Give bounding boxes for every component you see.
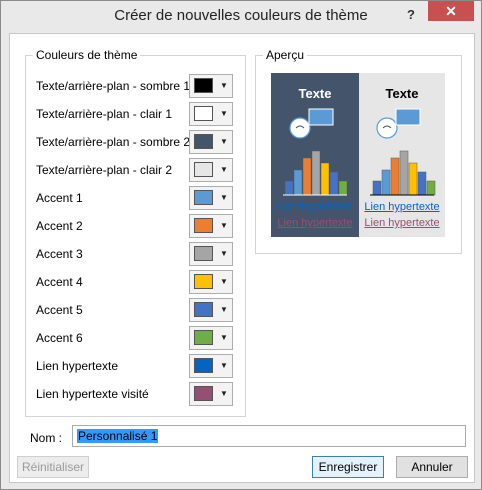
preview-chart-bar <box>293 169 303 196</box>
theme-color-row: Texte/arrière-plan - clair 2 ▼ <box>36 158 236 182</box>
color-picker-button[interactable]: ▼ <box>189 74 233 98</box>
color-picker-button[interactable]: ▼ <box>189 298 233 322</box>
preview-light-chart <box>370 108 436 196</box>
title-bar: Créer de nouvelles couleurs de thème ? ✕ <box>1 1 481 33</box>
dialog-window: Créer de nouvelles couleurs de thème ? ✕… <box>0 0 482 490</box>
preview-light-visited-link: Lien hypertexte <box>364 217 440 229</box>
preview-chart-bar <box>302 157 312 196</box>
theme-color-label: Accent 2 <box>36 219 83 233</box>
preview-dark-link: Lien hypertexte <box>277 201 353 213</box>
chevron-down-icon[interactable]: ▼ <box>216 355 232 377</box>
color-swatch <box>194 162 213 177</box>
color-picker-button[interactable]: ▼ <box>189 186 233 210</box>
preview-chart-bar <box>329 171 339 196</box>
color-picker-button[interactable]: ▼ <box>189 242 233 266</box>
chevron-down-icon[interactable]: ▼ <box>216 131 232 153</box>
chevron-down-icon[interactable]: ▼ <box>216 75 232 97</box>
color-picker-button[interactable]: ▼ <box>189 158 233 182</box>
theme-color-row: Texte/arrière-plan - sombre 1 ▼ <box>36 74 236 98</box>
color-swatch <box>194 190 213 205</box>
color-swatch <box>194 386 213 401</box>
color-picker-button[interactable]: ▼ <box>189 270 233 294</box>
preview-dark-panel: Texte Lien hypertexte Lien hypertexte <box>271 73 359 237</box>
preview-chart-bar <box>426 180 436 196</box>
chevron-down-icon[interactable]: ▼ <box>216 243 232 265</box>
cancel-button[interactable]: Annuler <box>396 456 468 478</box>
chevron-down-icon[interactable]: ▼ <box>216 103 232 125</box>
preview-dark-visited-link: Lien hypertexte <box>277 217 353 229</box>
theme-color-label: Accent 3 <box>36 247 83 261</box>
color-picker-button[interactable]: ▼ <box>189 326 233 350</box>
preview-group: Aperçu Texte Lien hypertexte Lien hypert… <box>255 48 462 254</box>
preview-chart-bar <box>372 180 382 196</box>
color-picker-button[interactable]: ▼ <box>189 130 233 154</box>
dialog-body: Couleurs de thème Texte/arrière-plan - s… <box>9 33 475 483</box>
color-swatch <box>194 78 213 93</box>
theme-color-label: Lien hypertexte <box>36 359 119 373</box>
chevron-down-icon[interactable]: ▼ <box>216 327 232 349</box>
preview-chart-bar <box>311 150 321 196</box>
preview-chart-bar <box>399 150 409 196</box>
color-swatch <box>194 274 213 289</box>
preview-chart-bar <box>417 171 427 196</box>
theme-color-label: Accent 1 <box>36 191 83 205</box>
preview-chart-bar <box>320 162 330 196</box>
theme-color-row: Accent 4 ▼ <box>36 270 236 294</box>
color-picker-button[interactable]: ▼ <box>189 102 233 126</box>
preview-chart-bar <box>338 180 348 196</box>
preview-light-panel: Texte Lien hypertexte Lien hypertexte <box>359 73 445 237</box>
preview-light-link: Lien hypertexte <box>364 201 440 213</box>
theme-color-row: Accent 3 ▼ <box>36 242 236 266</box>
theme-color-row: Texte/arrière-plan - clair 1 ▼ <box>36 102 236 126</box>
chevron-down-icon[interactable]: ▼ <box>216 215 232 237</box>
chevron-down-icon[interactable]: ▼ <box>216 187 232 209</box>
preview-chart-bar <box>284 180 294 196</box>
preview-legend: Aperçu <box>263 48 308 62</box>
theme-color-label: Texte/arrière-plan - clair 2 <box>36 163 173 177</box>
theme-color-label: Texte/arrière-plan - clair 1 <box>36 107 173 121</box>
chevron-down-icon[interactable]: ▼ <box>216 159 232 181</box>
theme-color-label: Lien hypertexte visité <box>36 387 149 401</box>
close-button[interactable]: ✕ <box>428 1 474 21</box>
theme-colors-legend: Couleurs de thème <box>33 48 141 62</box>
theme-color-label: Accent 4 <box>36 275 83 289</box>
theme-color-row: Lien hypertexte visité ▼ <box>36 382 236 406</box>
preview-chart-bar <box>381 169 391 196</box>
theme-color-label: Texte/arrière-plan - sombre 1 <box>36 79 191 93</box>
shape-callout-icon <box>376 108 421 139</box>
name-input-value: Personnalisé 1 <box>77 429 159 443</box>
color-picker-button[interactable]: ▼ <box>189 354 233 378</box>
theme-color-row: Texte/arrière-plan - sombre 2 ▼ <box>36 130 236 154</box>
theme-color-label: Texte/arrière-plan - sombre 2 <box>36 135 191 149</box>
preview-chart-bar <box>390 157 400 196</box>
color-picker-button[interactable]: ▼ <box>189 214 233 238</box>
color-swatch <box>194 218 213 233</box>
preview-chart-bar <box>408 162 418 196</box>
color-picker-button[interactable]: ▼ <box>189 382 233 406</box>
color-swatch <box>194 358 213 373</box>
chevron-down-icon[interactable]: ▼ <box>216 299 232 321</box>
theme-color-label: Accent 5 <box>36 303 83 317</box>
save-button[interactable]: Enregistrer <box>312 456 384 478</box>
shape-callout-icon <box>289 108 334 139</box>
theme-color-row: Accent 2 ▼ <box>36 214 236 238</box>
theme-color-row: Accent 1 ▼ <box>36 186 236 210</box>
chevron-down-icon[interactable]: ▼ <box>216 271 232 293</box>
color-swatch <box>194 134 213 149</box>
theme-colors-group: Couleurs de thème Texte/arrière-plan - s… <box>25 48 246 417</box>
color-swatch <box>194 302 213 317</box>
help-button[interactable]: ? <box>401 5 421 25</box>
theme-color-row: Accent 5 ▼ <box>36 298 236 322</box>
name-label: Nom : <box>30 431 63 445</box>
theme-color-row: Accent 6 ▼ <box>36 326 236 350</box>
preview-dark-chart <box>283 108 348 196</box>
color-swatch <box>194 106 213 121</box>
color-swatch <box>194 330 213 345</box>
reset-button[interactable]: Réinitialiser <box>17 456 89 478</box>
color-swatch <box>194 246 213 261</box>
name-input[interactable]: Personnalisé 1 <box>72 425 466 447</box>
theme-color-label: Accent 6 <box>36 331 83 345</box>
chevron-down-icon[interactable]: ▼ <box>216 383 232 405</box>
theme-color-row: Lien hypertexte ▼ <box>36 354 236 378</box>
